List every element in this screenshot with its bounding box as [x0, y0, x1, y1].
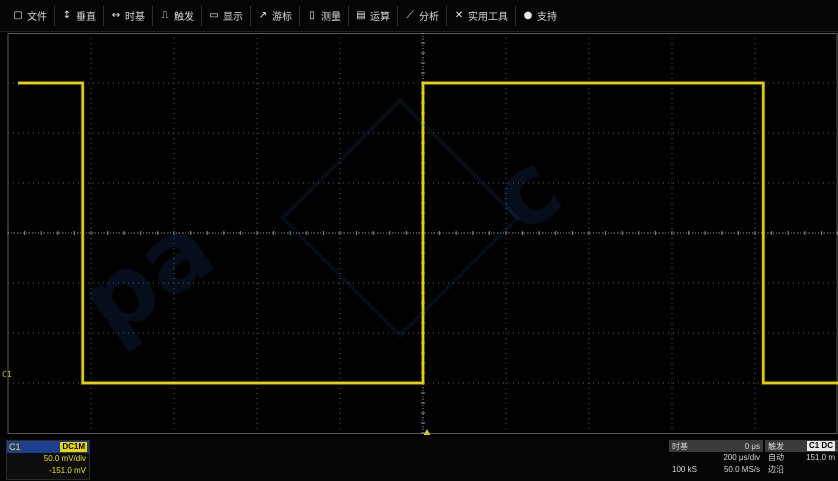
menu-label-10: 支持 — [537, 12, 557, 23]
vertical-icon: ↕ — [62, 10, 72, 21]
trigger-mode-row: 自动 151.0 m — [765, 452, 838, 464]
menu-item-7[interactable]: ▤ 运算 — [349, 5, 398, 26]
menu-label-6: 测量 — [321, 12, 341, 23]
trigger-type-row: 边沿 — [765, 464, 838, 476]
waveform-svg — [7, 33, 838, 434]
trigger-source: C1 DC — [806, 441, 835, 451]
menu-bar: ▢ 文件 ↕ 垂直 ↔ 时基 ⎍ 触发 ▭ 显示 ↗ 游标 ▯ 测量 ▤ 运算 ⟋ 分析 ✕ 实用工具 ● 支持 — [0, 0, 838, 32]
trigger-level: 151.0 m — [806, 453, 835, 462]
timebase-label: 时基 — [672, 441, 688, 451]
timebase-memory: 100 kS — [672, 465, 697, 474]
waveform-display[interactable]: pa c C1 — [0, 33, 838, 435]
trigger-box[interactable]: 触发 C1 DC 自动 151.0 m 边沿 — [765, 440, 838, 480]
horizontal-icon: ↔ — [111, 10, 121, 21]
analysis-icon: ⟋ — [406, 10, 414, 21]
menu-label-4: 显示 — [223, 12, 243, 23]
file-icon: ▢ — [13, 10, 23, 21]
menu-item-5[interactable]: ↗ 游标 — [251, 5, 300, 26]
trigger-position-marker[interactable] — [423, 429, 431, 435]
channel-1-box[interactable]: C1 DC1M 50.0 mV/div -151.0 mV — [6, 440, 90, 480]
trigger-mode: 自动 — [768, 453, 784, 462]
menu-item-3[interactable]: ⎍ 触发 — [153, 5, 202, 26]
channel-1-offset: -151.0 mV — [49, 466, 86, 475]
display-icon: ▭ — [209, 10, 219, 21]
menu-label-8: 分析 — [419, 12, 439, 23]
channel-1-scale: 50.0 mV/div — [43, 454, 86, 463]
trigger-type: 边沿 — [768, 465, 784, 474]
timebase-box[interactable]: 时基 0 μs 200 μs/div 100 kS 50.0 MS/s — [669, 440, 763, 480]
timebase-acq-row: 100 kS 50.0 MS/s — [669, 464, 763, 476]
channel-1-coupling: DC1M — [60, 442, 87, 452]
menu-label-9: 实用工具 — [468, 12, 508, 23]
menu-label-3: 触发 — [174, 12, 194, 23]
trigger-label: 触发 — [768, 441, 784, 451]
help-icon: ● — [523, 10, 533, 21]
menu-item-9[interactable]: ✕ 实用工具 — [447, 5, 516, 26]
menu-item-6[interactable]: ▯ 测量 — [300, 5, 349, 26]
status-area: C1 DC1M 50.0 mV/div -151.0 mV 时基 0 μs 20… — [0, 437, 838, 481]
menu-label-5: 游标 — [272, 12, 292, 23]
math-icon: ▤ — [356, 10, 366, 21]
timebase-sample-rate: 50.0 MS/s — [723, 465, 760, 474]
channel-marker[interactable]: C1 — [2, 370, 12, 379]
menu-item-8[interactable]: ⟋ 分析 — [398, 5, 447, 26]
timebase-header: 时基 0 μs — [669, 440, 763, 452]
cursor-icon: ↗ — [258, 10, 268, 21]
menu-item-4[interactable]: ▭ 显示 — [202, 5, 251, 26]
utility-icon: ✕ — [454, 10, 464, 21]
trigger-icon: ⎍ — [161, 10, 169, 21]
menu-label-0: 文件 — [27, 12, 47, 23]
menu-label-1: 垂直 — [76, 12, 96, 23]
measure-icon: ▯ — [309, 10, 315, 21]
menu-item-1[interactable]: ↕ 垂直 — [55, 5, 104, 26]
menu-item-0[interactable]: ▢ 文件 — [6, 5, 55, 26]
timebase-scale: 200 μs/div — [723, 453, 760, 462]
channel-1-header: C1 DC1M — [7, 441, 89, 453]
timebase-delay: 0 μs — [744, 441, 760, 451]
menu-item-2[interactable]: ↔ 时基 — [104, 5, 153, 26]
menu-item-10[interactable]: ● 支持 — [516, 6, 564, 26]
trigger-header: 触发 C1 DC — [765, 440, 838, 452]
menu-label-7: 运算 — [370, 12, 390, 23]
channel-1-name: C1 — [9, 442, 21, 452]
menu-label-2: 时基 — [125, 12, 145, 23]
